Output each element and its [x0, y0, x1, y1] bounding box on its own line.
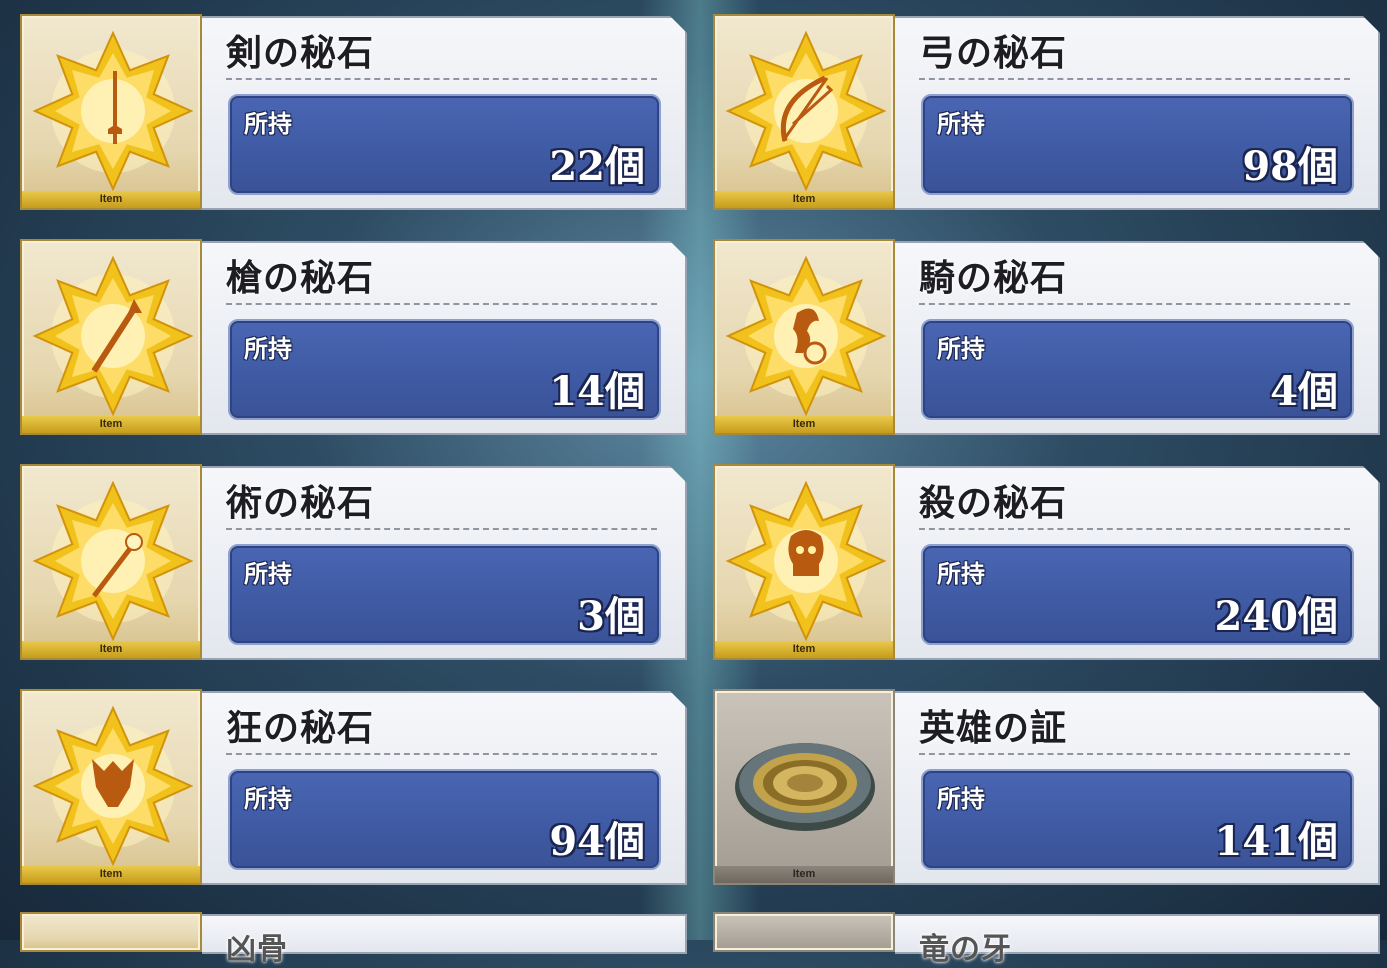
item-list: Item 剣の秘石 所持 22個 Item 弓の秘石 所持 98個 Item 槍… [0, 0, 1387, 967]
owned-count-box: 所持 98個 [921, 94, 1354, 195]
thumbnail-type-label: Item [22, 416, 200, 433]
owned-count: 94個 [549, 818, 645, 865]
item-card[interactable]: Item 狂の秘石 所持 94個 [20, 689, 687, 887]
item-name: 殺の秘石 [919, 482, 1068, 524]
owned-count-box: 所持 14個 [228, 319, 661, 420]
item-thumbnail: Item [713, 239, 895, 435]
owned-count-box: 所持 94個 [228, 769, 661, 870]
thumbnail-type-label: Item [715, 191, 893, 208]
thumbnail-type-label: Item [715, 416, 893, 433]
owned-count: 240個 [1214, 593, 1339, 640]
thumbnail-type-label: Item [22, 641, 200, 658]
item-thumbnail: Item [20, 689, 202, 885]
item-info-panel: 槍の秘石 所持 14個 [202, 241, 687, 435]
item-name: 凶骨 [226, 932, 288, 967]
item-thumbnail: Item [20, 239, 202, 435]
owned-count: 4個 [1270, 368, 1338, 415]
divider [226, 528, 657, 530]
thumbnail-type-label: Item [715, 866, 893, 883]
owned-count-box: 所持 240個 [921, 544, 1354, 645]
item-card[interactable]: Item 騎の秘石 所持 4個 [713, 239, 1380, 437]
item-name: 弓の秘石 [919, 32, 1068, 74]
item-thumbnail: Item [20, 464, 202, 660]
owned-label: 所持 [937, 335, 985, 363]
owned-label: 所持 [244, 785, 292, 813]
thumbnail-type-label: Item [715, 641, 893, 658]
owned-count: 141個 [1214, 818, 1339, 865]
item-card-partial[interactable]: 凶骨 [20, 912, 687, 967]
owned-count: 22個 [549, 143, 645, 190]
item-card[interactable]: Item 殺の秘石 所持 240個 [713, 464, 1380, 662]
item-info-panel: 騎の秘石 所持 4個 [895, 241, 1380, 435]
item-card-partial[interactable]: 竜の牙 [713, 912, 1380, 967]
owned-label: 所持 [937, 560, 985, 588]
item-info-panel: 狂の秘石 所持 94個 [202, 691, 687, 885]
divider [226, 78, 657, 80]
item-card[interactable]: Item 剣の秘石 所持 22個 [20, 14, 687, 212]
owned-count: 14個 [549, 368, 645, 415]
divider [919, 78, 1350, 80]
divider [919, 528, 1350, 530]
item-name: 剣の秘石 [226, 32, 375, 74]
item-thumbnail [20, 912, 202, 952]
item-name: 槍の秘石 [226, 257, 375, 299]
owned-label: 所持 [937, 785, 985, 813]
owned-label: 所持 [244, 335, 292, 363]
item-name: 竜の牙 [919, 932, 1012, 967]
item-thumbnail [713, 912, 895, 952]
item-thumbnail: Item [20, 14, 202, 210]
item-card[interactable]: Item 槍の秘石 所持 14個 [20, 239, 687, 437]
item-info-panel: 英雄の証 所持 141個 [895, 691, 1380, 885]
owned-count-box: 所持 4個 [921, 319, 1354, 420]
owned-count-box: 所持 141個 [921, 769, 1354, 870]
item-name: 英雄の証 [919, 707, 1068, 749]
item-card[interactable]: Item 英雄の証 所持 141個 [713, 689, 1380, 887]
item-info-panel: 凶骨 [202, 914, 687, 967]
item-info-panel: 術の秘石 所持 3個 [202, 466, 687, 660]
divider [919, 753, 1350, 755]
thumbnail-type-label: Item [22, 191, 200, 208]
item-info-panel: 竜の牙 [895, 914, 1380, 967]
item-thumbnail: Item [713, 14, 895, 210]
item-thumbnail: Item [713, 689, 895, 885]
owned-count: 3個 [577, 593, 645, 640]
owned-count-box: 所持 3個 [228, 544, 661, 645]
owned-label: 所持 [937, 110, 985, 138]
owned-count: 98個 [1242, 143, 1338, 190]
item-info-panel: 剣の秘石 所持 22個 [202, 16, 687, 210]
divider [919, 303, 1350, 305]
divider [226, 303, 657, 305]
item-card[interactable]: Item 術の秘石 所持 3個 [20, 464, 687, 662]
owned-count-box: 所持 22個 [228, 94, 661, 195]
owned-label: 所持 [244, 560, 292, 588]
owned-label: 所持 [244, 110, 292, 138]
thumbnail-type-label: Item [22, 866, 200, 883]
item-name: 騎の秘石 [919, 257, 1068, 299]
divider [226, 753, 657, 755]
item-info-panel: 弓の秘石 所持 98個 [895, 16, 1380, 210]
item-card[interactable]: Item 弓の秘石 所持 98個 [713, 14, 1380, 212]
item-info-panel: 殺の秘石 所持 240個 [895, 466, 1380, 660]
item-name: 狂の秘石 [226, 707, 375, 749]
item-name: 術の秘石 [226, 482, 375, 524]
item-thumbnail: Item [713, 464, 895, 660]
